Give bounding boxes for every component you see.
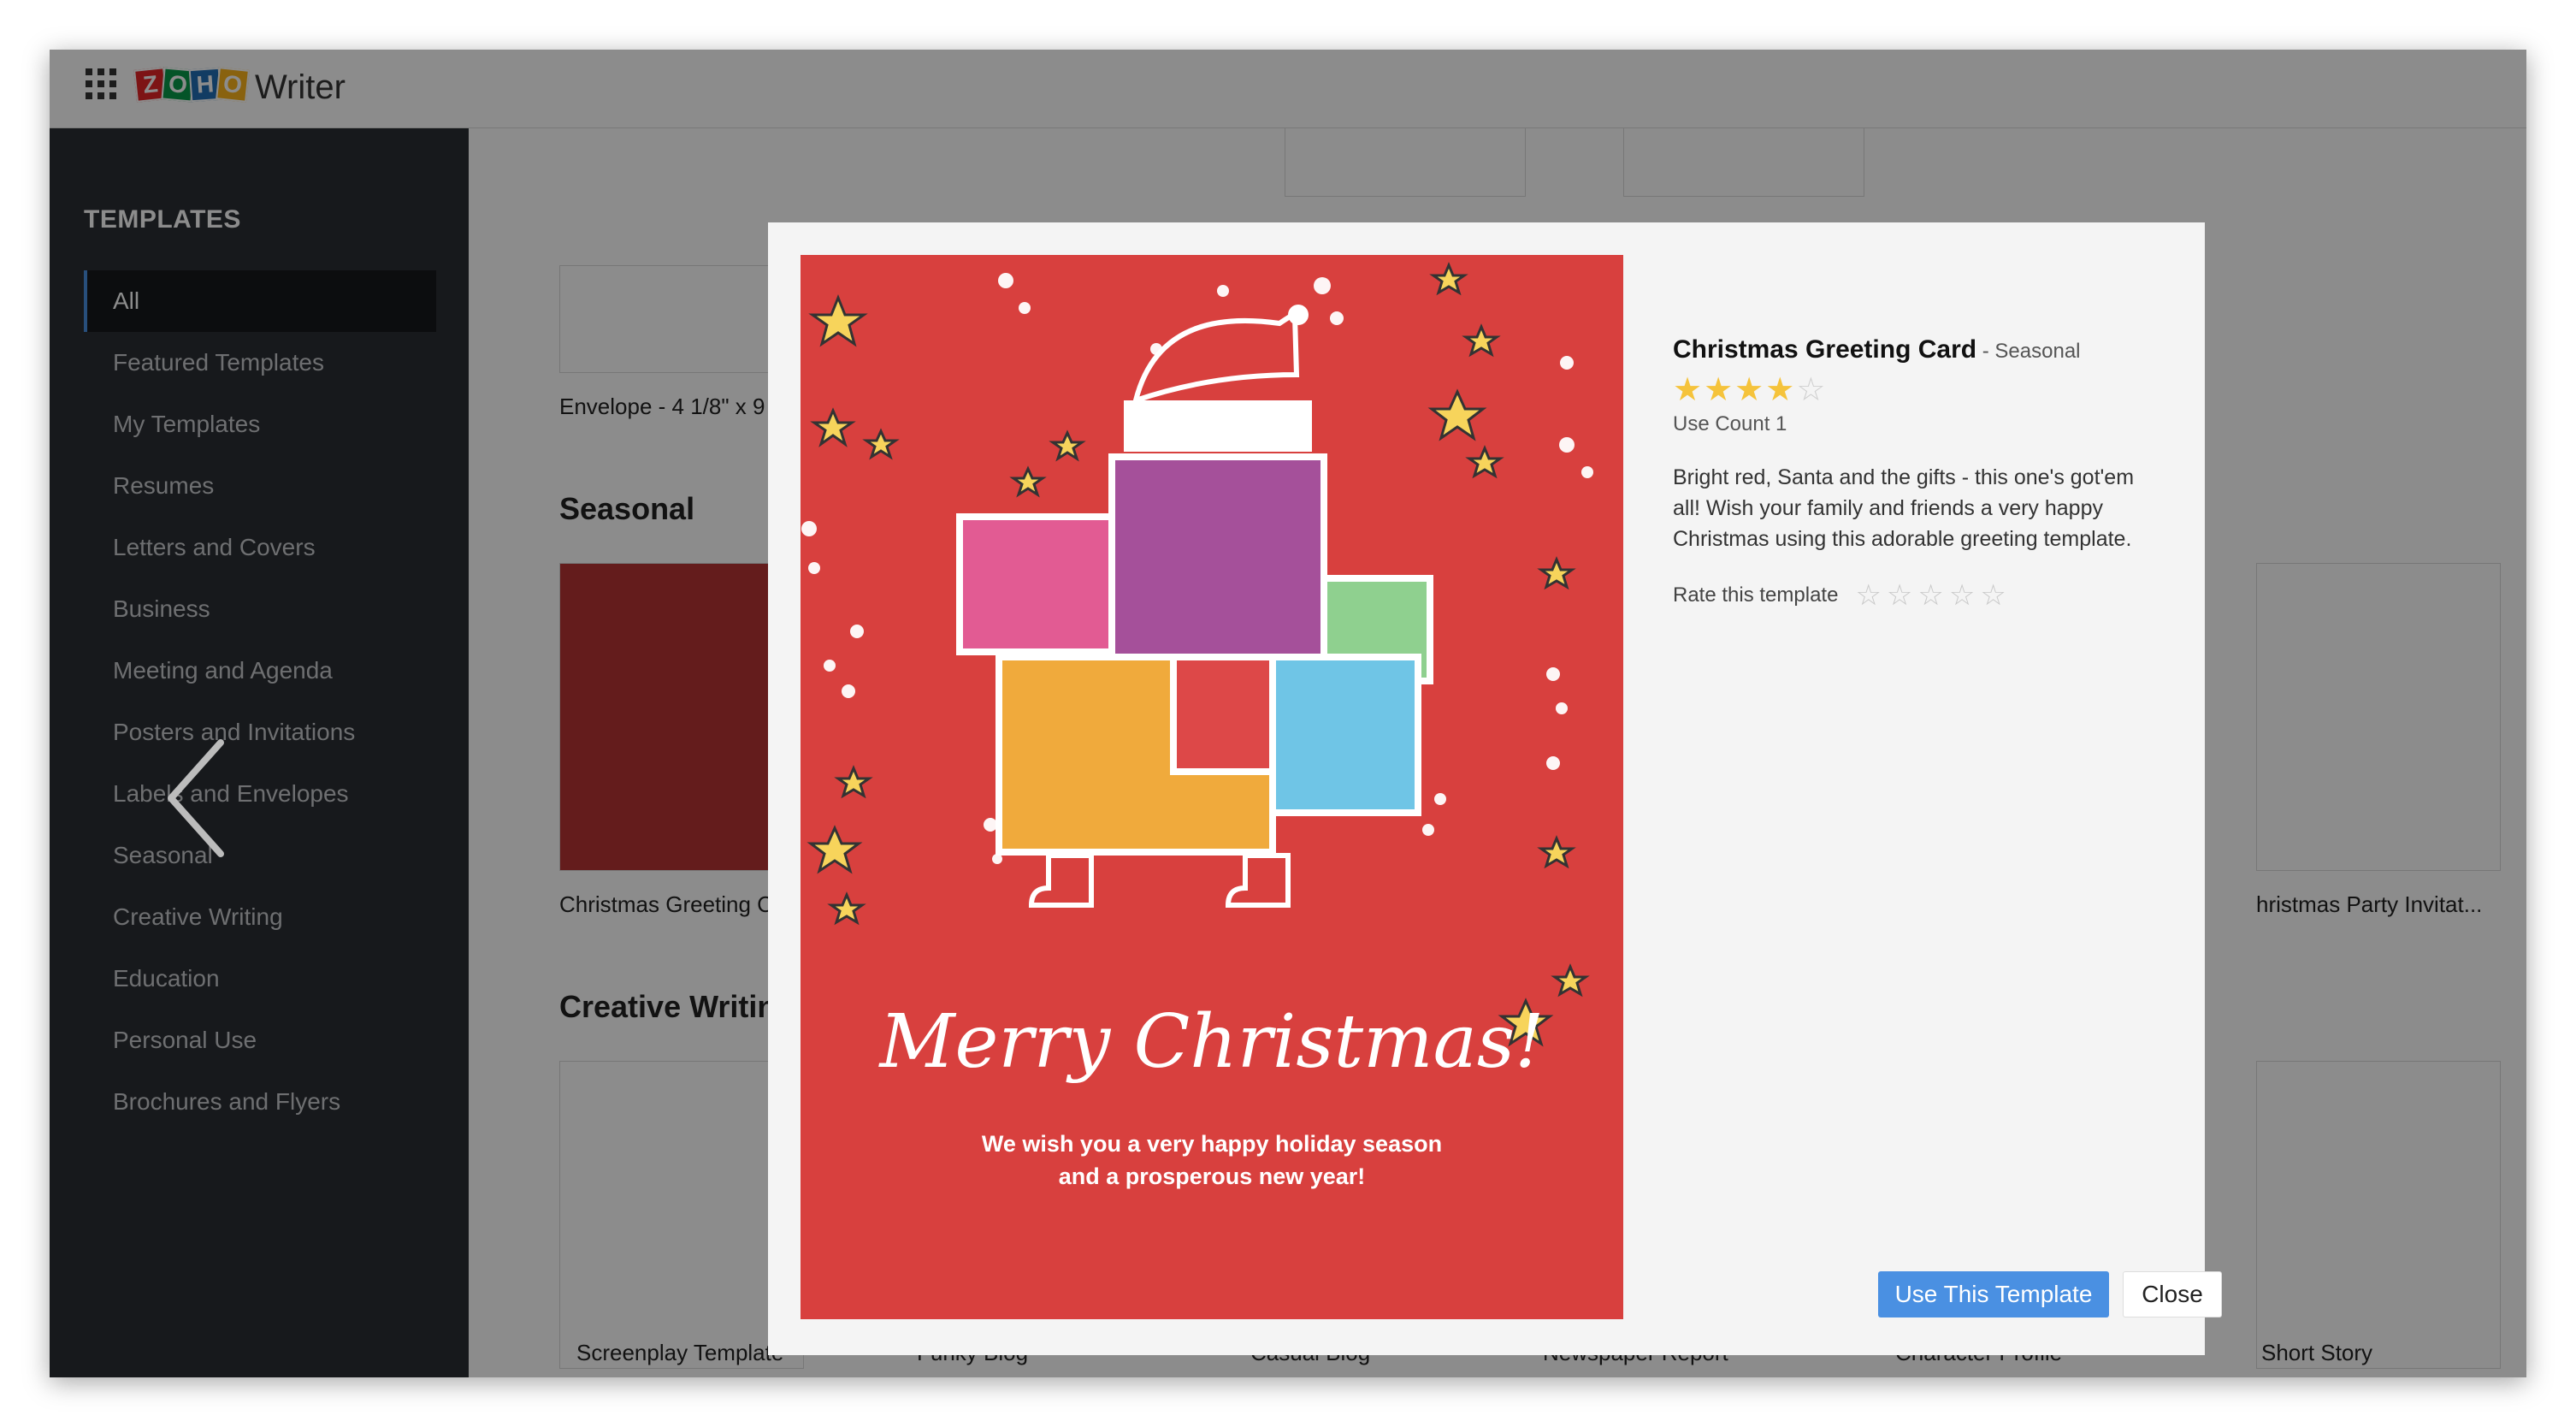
use-count: Use Count 1 <box>1673 412 1787 435</box>
preview-message-line: and a prosperous new year! <box>1058 1164 1366 1189</box>
template-preview-modal: Merry Christmas! We wish you a very happ… <box>768 222 2222 1355</box>
rate-template-row: Rate this template ☆ ☆ ☆ ☆ ☆ <box>1673 578 2169 613</box>
template-description: Bright red, Santa and the gifts - this o… <box>1673 465 2135 551</box>
template-category: - Seasonal <box>1976 340 2081 363</box>
average-rating: ★ ★ ★ ★ ☆ <box>1673 373 2169 407</box>
preview-message-line: We wish you a very happy holiday season <box>981 1131 1443 1157</box>
card-preview-image: Merry Christmas! We wish you a very happ… <box>801 255 1623 1319</box>
preview-headline: Merry Christmas! <box>879 999 1545 1085</box>
star-filled-icon: ★ <box>1673 372 1703 408</box>
use-template-button[interactable]: Use This Template <box>1878 1271 2109 1317</box>
template-title: Christmas Greeting Card <box>1673 335 1977 364</box>
star-empty-icon: ☆ <box>1796 372 1826 408</box>
rate-label: Rate this template <box>1673 583 1839 607</box>
close-button[interactable]: Close <box>2123 1271 2222 1317</box>
rate-star-icon[interactable]: ☆ <box>1949 578 1975 613</box>
app-window: Z O H O Writer TEMPLATES All Featured Te… <box>50 50 2526 1377</box>
rate-star-icon[interactable]: ☆ <box>1980 578 2006 613</box>
star-filled-icon: ★ <box>1765 372 1795 408</box>
star-filled-icon: ★ <box>1734 372 1764 408</box>
template-info: Christmas Greeting Card - Seasonal ★ ★ ★… <box>1673 335 2169 613</box>
rate-star-icon[interactable]: ☆ <box>1887 578 1912 613</box>
preview-message: We wish you a very happy holiday season … <box>801 1128 1623 1193</box>
chevron-left-icon[interactable] <box>161 734 238 862</box>
rate-star-icon[interactable]: ☆ <box>1917 578 1943 613</box>
rate-star-icon[interactable]: ☆ <box>1855 578 1881 613</box>
star-filled-icon: ★ <box>1704 372 1734 408</box>
